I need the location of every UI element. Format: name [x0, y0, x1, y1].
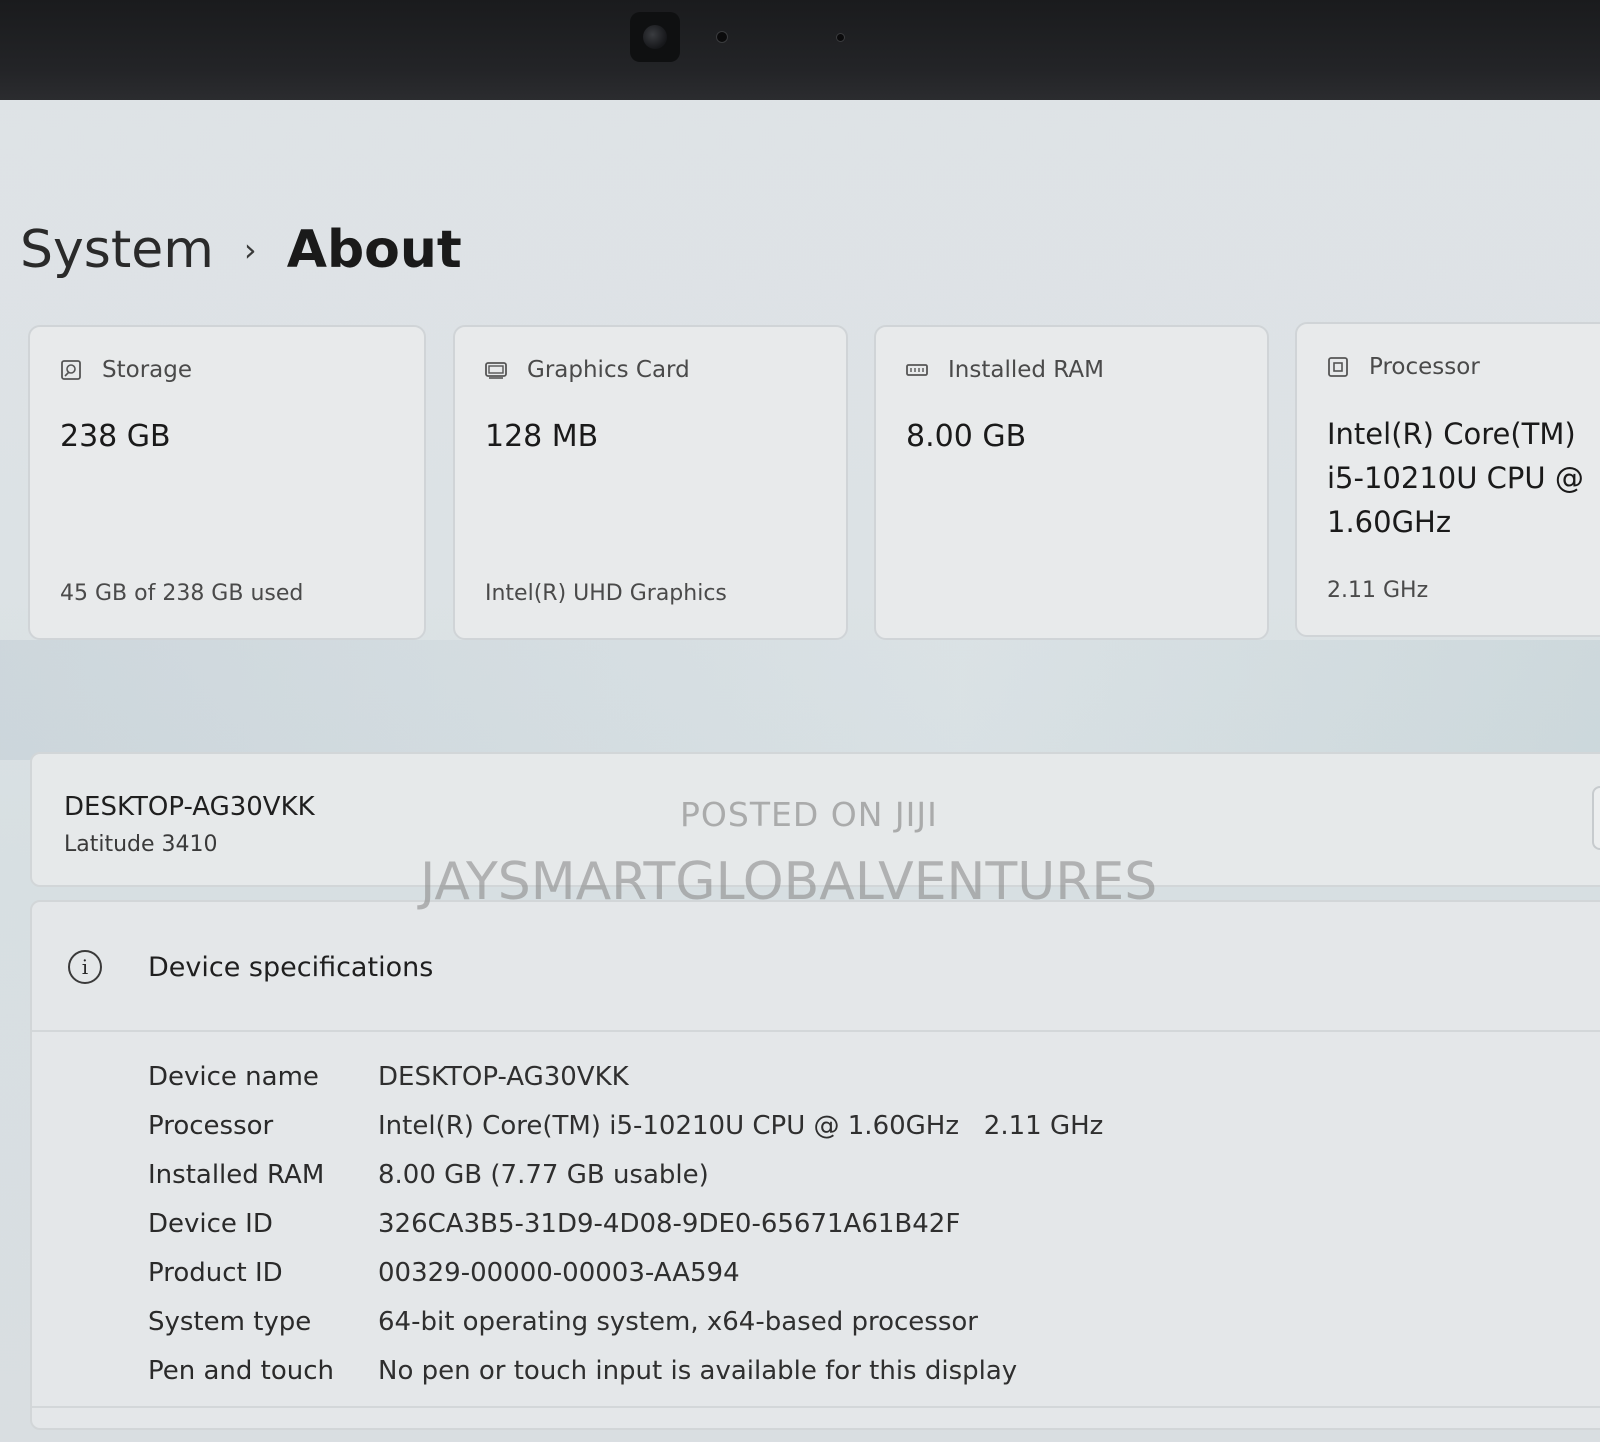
card-subtext: 45 GB of 238 GB used	[60, 581, 304, 606]
bezel-sensor	[716, 31, 728, 43]
card-header: Graphics Card	[485, 357, 690, 383]
screen-glare	[0, 640, 1600, 760]
divider	[32, 1406, 1600, 1408]
breadcrumb-system-link[interactable]: System	[20, 220, 214, 280]
card-value: 238 GB	[60, 419, 171, 454]
card-title: Installed RAM	[948, 357, 1104, 383]
rename-button[interactable]	[1592, 786, 1600, 850]
processor-card[interactable]: Processor Intel(R) Core(TM) i5-10210U CP…	[1295, 322, 1600, 637]
card-value: Intel(R) Core(TM) i5-10210U CPU @ 1.60GH…	[1327, 417, 1584, 539]
spec-label: Processor	[148, 1110, 274, 1141]
card-value: 8.00 GB	[906, 419, 1027, 454]
device-specifications-title: Device specifications	[148, 952, 434, 983]
spec-row-processor: Processor Intel(R) Core(TM) i5-10210U CP…	[148, 1101, 1103, 1150]
spec-list: Device name DESKTOP-AG30VKK Processor In…	[148, 1052, 1103, 1395]
webcam-lens	[643, 25, 667, 49]
card-header: Storage	[60, 357, 192, 383]
spec-row-device-id: Device ID 326CA3B5-31D9-4D08-9DE0-65671A…	[148, 1199, 1103, 1248]
spec-label: Pen and touch	[148, 1355, 335, 1386]
spec-value: 64-bit operating system, x64-based proce…	[378, 1306, 978, 1337]
device-model: Latitude 3410	[64, 832, 218, 857]
spec-label: Installed RAM	[148, 1159, 325, 1190]
ram-card[interactable]: Installed RAM 8.00 GB	[874, 325, 1269, 640]
card-value: 128 MB	[485, 419, 599, 454]
spec-row-pen-and-touch: Pen and touch No pen or touch input is a…	[148, 1346, 1103, 1395]
page-title: About	[286, 220, 462, 280]
spec-row-installed-ram: Installed RAM 8.00 GB (7.77 GB usable)	[148, 1150, 1103, 1199]
spec-label: Device ID	[148, 1208, 273, 1239]
watermark-posted-on: POSTED ON JIJI	[680, 795, 938, 834]
spec-label: System type	[148, 1306, 312, 1337]
card-subtext: 2.11 GHz	[1327, 578, 1429, 603]
spec-value: 00329-00000-00003-AA594	[378, 1257, 740, 1288]
spec-label: Product ID	[148, 1257, 283, 1288]
storage-icon	[61, 360, 81, 380]
card-title: Processor	[1369, 354, 1480, 380]
device-name: DESKTOP-AG30VKK	[64, 792, 315, 822]
bezel-indicator	[836, 33, 845, 42]
storage-card[interactable]: Storage 238 GB 45 GB of 238 GB used	[28, 325, 426, 640]
spec-value: 8.00 GB (7.77 GB usable)	[378, 1159, 709, 1190]
card-title: Storage	[102, 357, 192, 383]
spec-label: Device name	[148, 1061, 319, 1092]
spec-value: DESKTOP-AG30VKK	[378, 1061, 629, 1092]
webcam	[630, 12, 680, 62]
spec-value: Intel(R) Core(TM) i5-10210U CPU @ 1.60GH…	[378, 1110, 1104, 1141]
ram-icon	[906, 364, 928, 376]
laptop-bezel	[0, 0, 1600, 100]
card-title: Graphics Card	[527, 357, 690, 383]
spec-value: 326CA3B5-31D9-4D08-9DE0-65671A61B42F	[378, 1208, 961, 1239]
breadcrumb: System › About	[20, 215, 462, 285]
device-specifications-panel: i Device specifications Device name DESK…	[30, 900, 1600, 1430]
info-icon: i	[68, 950, 102, 984]
card-header: Installed RAM	[906, 357, 1104, 383]
spec-row-product-id: Product ID 00329-00000-00003-AA594	[148, 1248, 1103, 1297]
card-subtext: Intel(R) UHD Graphics	[485, 581, 727, 606]
breadcrumb-chevron-icon: ›	[243, 231, 257, 269]
processor-icon	[1328, 357, 1348, 377]
spec-row-system-type: System type 64-bit operating system, x64…	[148, 1297, 1103, 1346]
spec-row-device-name: Device name DESKTOP-AG30VKK	[148, 1052, 1103, 1101]
card-header: Processor	[1327, 354, 1480, 380]
device-specifications-header[interactable]: i Device specifications	[32, 902, 1600, 1032]
spec-value: No pen or touch input is available for t…	[378, 1355, 1018, 1386]
graphics-card-icon	[485, 362, 507, 379]
watermark-seller: JAYSMARTGLOBALVENTURES	[420, 852, 1158, 912]
graphics-card-card[interactable]: Graphics Card 128 MB Intel(R) UHD Graphi…	[453, 325, 848, 640]
